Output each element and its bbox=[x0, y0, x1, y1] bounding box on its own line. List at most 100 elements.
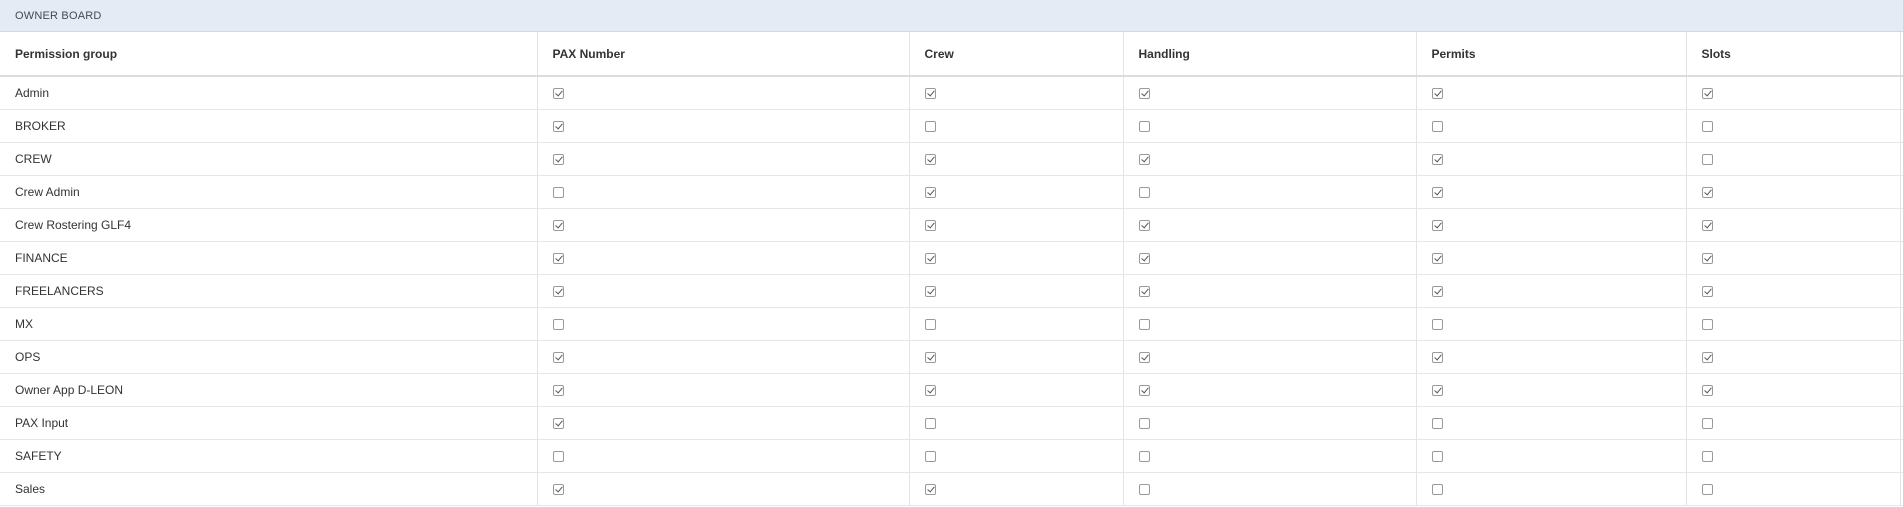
permission-cell-permits bbox=[1415, 406, 1686, 440]
pax-number-checkbox[interactable] bbox=[552, 450, 564, 462]
permits-checkbox[interactable] bbox=[1431, 351, 1443, 363]
pax-number-checkbox[interactable] bbox=[552, 153, 564, 165]
crew-checkbox[interactable] bbox=[924, 120, 936, 132]
permits-checkbox[interactable] bbox=[1431, 450, 1443, 462]
permission-cell-permits bbox=[1415, 472, 1686, 506]
permission-cell-permits bbox=[1415, 142, 1686, 176]
permits-checkbox[interactable] bbox=[1431, 120, 1443, 132]
permission-group-name: MX bbox=[0, 307, 537, 341]
permission-cell-handling bbox=[1122, 142, 1416, 176]
permits-checkbox[interactable] bbox=[1431, 186, 1443, 198]
slots-checkbox[interactable] bbox=[1701, 483, 1713, 495]
crew-checkbox[interactable] bbox=[924, 285, 936, 297]
permission-cell-pax-number bbox=[536, 142, 909, 176]
permission-group-name: CREW bbox=[0, 142, 537, 176]
handling-checkbox[interactable] bbox=[1138, 153, 1150, 165]
handling-checkbox[interactable] bbox=[1138, 88, 1150, 100]
slots-checkbox[interactable] bbox=[1701, 252, 1713, 264]
column-header-handling: Handling bbox=[1122, 32, 1416, 77]
pax-number-checkbox[interactable] bbox=[552, 252, 564, 264]
permission-cell-handling bbox=[1122, 274, 1416, 308]
pax-number-checkbox[interactable] bbox=[552, 351, 564, 363]
handling-checkbox[interactable] bbox=[1138, 417, 1150, 429]
permission-cell-handling bbox=[1122, 307, 1416, 341]
pax-number-checkbox[interactable] bbox=[552, 384, 564, 396]
permission-cell-slots bbox=[1685, 373, 1900, 407]
handling-checkbox[interactable] bbox=[1138, 384, 1150, 396]
permission-cell-permits bbox=[1415, 373, 1686, 407]
crew-checkbox[interactable] bbox=[924, 417, 936, 429]
handling-checkbox[interactable] bbox=[1138, 450, 1150, 462]
permits-checkbox[interactable] bbox=[1431, 384, 1443, 396]
permission-group-name: Owner App D-LEON bbox=[0, 373, 537, 407]
pax-number-checkbox[interactable] bbox=[552, 318, 564, 330]
permission-cell-handling bbox=[1122, 76, 1416, 110]
permits-checkbox[interactable] bbox=[1431, 318, 1443, 330]
pax-number-checkbox[interactable] bbox=[552, 417, 564, 429]
pax-number-checkbox[interactable] bbox=[552, 219, 564, 231]
permission-cell-permits bbox=[1415, 208, 1686, 242]
pax-number-checkbox[interactable] bbox=[552, 120, 564, 132]
permission-cell-pax-number bbox=[536, 439, 909, 473]
permission-group-name: Admin bbox=[0, 76, 537, 110]
permits-checkbox[interactable] bbox=[1431, 483, 1443, 495]
panel-title: OWNER BOARD bbox=[15, 9, 102, 22]
permits-checkbox[interactable] bbox=[1431, 252, 1443, 264]
permission-cell-pax-number bbox=[536, 274, 909, 308]
crew-checkbox[interactable] bbox=[924, 88, 936, 100]
slots-checkbox[interactable] bbox=[1701, 219, 1713, 231]
slots-checkbox[interactable] bbox=[1701, 285, 1713, 297]
crew-checkbox[interactable] bbox=[924, 351, 936, 363]
handling-checkbox[interactable] bbox=[1138, 318, 1150, 330]
slots-checkbox[interactable] bbox=[1701, 186, 1713, 198]
slots-checkbox[interactable] bbox=[1701, 88, 1713, 100]
permission-cell-slots bbox=[1685, 208, 1900, 242]
crew-checkbox[interactable] bbox=[924, 318, 936, 330]
crew-checkbox[interactable] bbox=[924, 384, 936, 396]
pax-number-checkbox[interactable] bbox=[552, 88, 564, 100]
permission-group-name: Crew Rostering GLF4 bbox=[0, 208, 537, 242]
slots-checkbox[interactable] bbox=[1701, 120, 1713, 132]
panel-header: OWNER BOARD bbox=[0, 0, 1903, 32]
crew-checkbox[interactable] bbox=[924, 219, 936, 231]
pax-number-checkbox[interactable] bbox=[552, 285, 564, 297]
permits-checkbox[interactable] bbox=[1431, 219, 1443, 231]
crew-checkbox[interactable] bbox=[924, 483, 936, 495]
table-row: Crew Admin bbox=[0, 175, 1903, 209]
slots-checkbox[interactable] bbox=[1701, 153, 1713, 165]
table-row: Owner App D-LEON bbox=[0, 373, 1903, 407]
permission-cell-pax-number bbox=[536, 406, 909, 440]
handling-checkbox[interactable] bbox=[1138, 120, 1150, 132]
slots-checkbox[interactable] bbox=[1701, 450, 1713, 462]
handling-checkbox[interactable] bbox=[1138, 219, 1150, 231]
crew-checkbox[interactable] bbox=[924, 252, 936, 264]
permission-cell-pax-number bbox=[536, 472, 909, 506]
handling-checkbox[interactable] bbox=[1138, 285, 1150, 297]
permits-checkbox[interactable] bbox=[1431, 153, 1443, 165]
permission-group-name: FREELANCERS bbox=[0, 274, 537, 308]
pax-number-checkbox[interactable] bbox=[552, 483, 564, 495]
handling-checkbox[interactable] bbox=[1138, 483, 1150, 495]
crew-checkbox[interactable] bbox=[924, 450, 936, 462]
crew-checkbox[interactable] bbox=[924, 186, 936, 198]
permission-cell-pax-number bbox=[536, 241, 909, 275]
handling-checkbox[interactable] bbox=[1138, 351, 1150, 363]
permission-cell-permits bbox=[1415, 274, 1686, 308]
permits-checkbox[interactable] bbox=[1431, 88, 1443, 100]
slots-checkbox[interactable] bbox=[1701, 417, 1713, 429]
slots-checkbox[interactable] bbox=[1701, 384, 1713, 396]
permission-cell-pax-number bbox=[536, 373, 909, 407]
slots-checkbox[interactable] bbox=[1701, 351, 1713, 363]
permission-group-name: PAX Input bbox=[0, 406, 537, 440]
crew-checkbox[interactable] bbox=[924, 153, 936, 165]
table-row: FREELANCERS bbox=[0, 274, 1903, 308]
permission-cell-crew bbox=[908, 241, 1123, 275]
permits-checkbox[interactable] bbox=[1431, 285, 1443, 297]
permission-cell-crew bbox=[908, 208, 1123, 242]
handling-checkbox[interactable] bbox=[1138, 252, 1150, 264]
pax-number-checkbox[interactable] bbox=[552, 186, 564, 198]
permission-cell-slots bbox=[1685, 307, 1900, 341]
slots-checkbox[interactable] bbox=[1701, 318, 1713, 330]
permits-checkbox[interactable] bbox=[1431, 417, 1443, 429]
handling-checkbox[interactable] bbox=[1138, 186, 1150, 198]
